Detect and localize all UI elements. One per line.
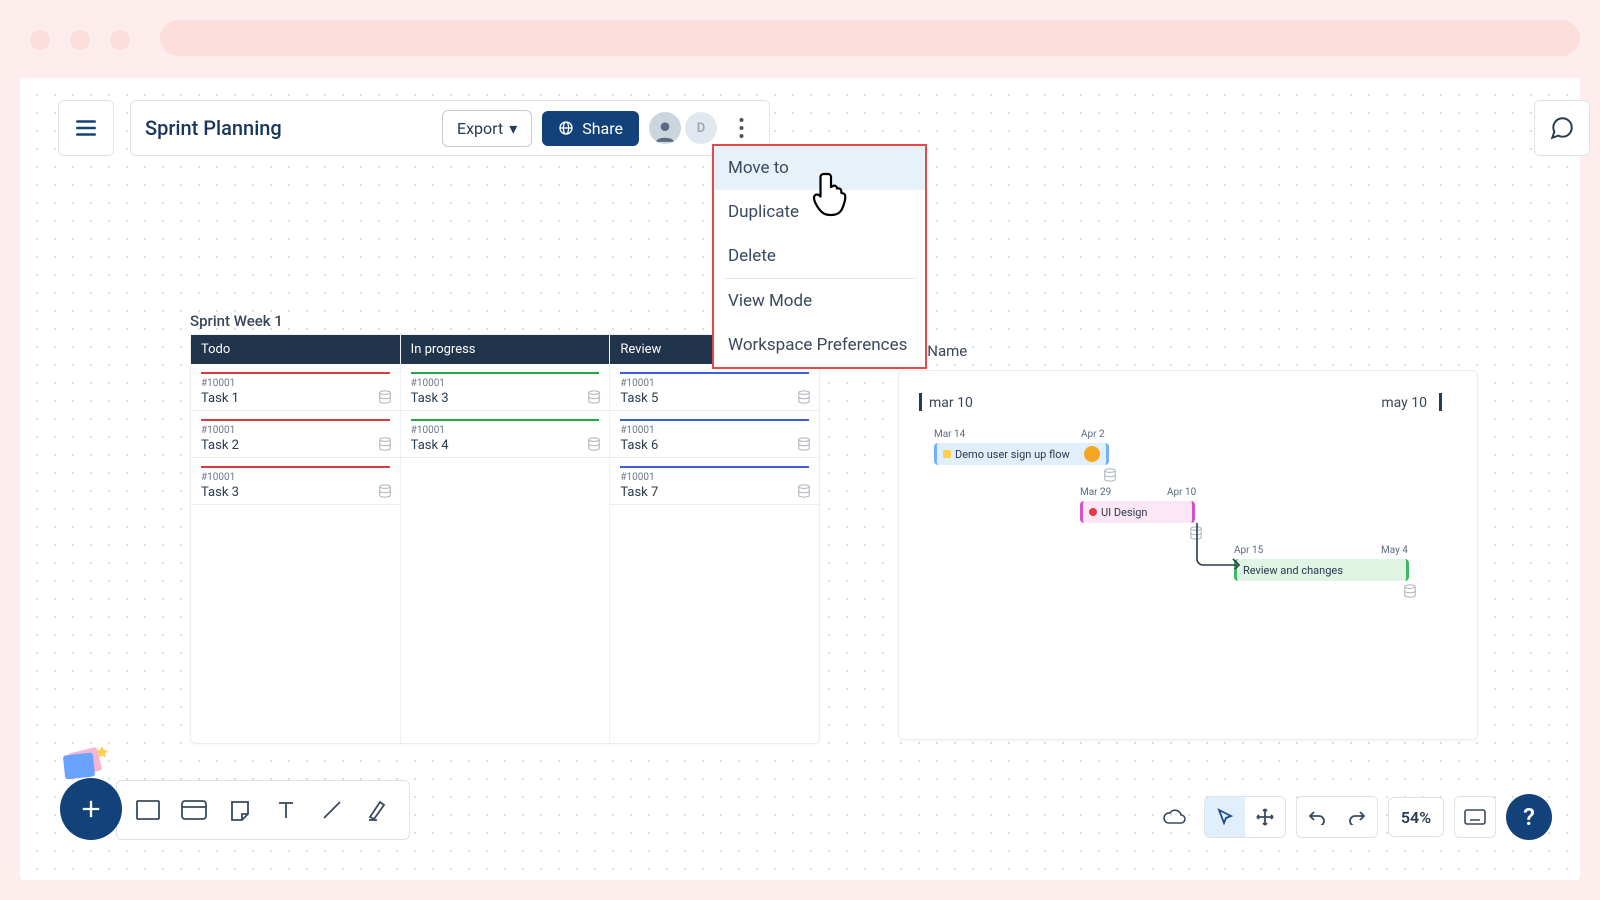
- card-title: Task 7: [620, 485, 809, 500]
- hamburger-menu-button[interactable]: [58, 100, 114, 156]
- help-button[interactable]: ?: [1506, 794, 1552, 840]
- card-title: Task 3: [201, 485, 390, 500]
- presentation-mode-button[interactable]: [1455, 797, 1495, 837]
- database-icon: [587, 390, 601, 404]
- database-icon: [797, 437, 811, 451]
- database-icon: [587, 437, 601, 451]
- line-tool[interactable]: [309, 787, 355, 833]
- keyboard-icon: [1464, 809, 1486, 825]
- kanban-card[interactable]: #10001 Task 3: [191, 458, 400, 505]
- browser-url-bar[interactable]: [160, 20, 1580, 56]
- card-id: #10001: [411, 425, 600, 436]
- kanban-card[interactable]: #10001 Task 3: [401, 364, 610, 411]
- card-id: #10001: [620, 378, 809, 389]
- cloud-icon: [1161, 807, 1187, 827]
- card-title: Task 4: [411, 438, 600, 453]
- redo-icon: [1347, 809, 1367, 825]
- database-icon: [797, 390, 811, 404]
- comments-panel-button[interactable]: [1534, 100, 1590, 156]
- globe-icon: [558, 120, 574, 136]
- add-element-button[interactable]: [60, 778, 122, 840]
- card-id: #10001: [620, 425, 809, 436]
- kanban-card[interactable]: #10001 Task 4: [401, 411, 610, 458]
- menu-item-workspace-preferences[interactable]: Workspace Preferences: [714, 323, 925, 367]
- bottom-right-toolbar: 54% ?: [1154, 794, 1552, 840]
- cursor-icon: [1215, 807, 1235, 827]
- dependency-arrow: [1195, 521, 1245, 569]
- kanban-column[interactable]: In progress #10001 Task 3 #10001 Task 4: [401, 335, 611, 743]
- board-title[interactable]: Sprint Week 1: [190, 312, 283, 330]
- sticky-note-tool[interactable]: [217, 787, 263, 833]
- timeline-tick-end: may 10: [1381, 395, 1427, 411]
- kanban-board[interactable]: Todo #10001 Task 1 #10001 Task 2 #10001 Task 3…: [190, 334, 820, 744]
- top-toolbar: Sprint Planning Export ▾ Share D: [130, 100, 770, 156]
- card-title: Task 6: [620, 438, 809, 453]
- card-id: #10001: [201, 472, 390, 483]
- kanban-card[interactable]: #10001 Task 2: [191, 411, 400, 458]
- pointer-cursor-icon: [810, 168, 858, 226]
- database-icon: [378, 390, 392, 404]
- highlighter-tool[interactable]: [355, 787, 401, 833]
- timeline-chart[interactable]: mar 10may 10Mar 14Apr 2Demo user sign up…: [898, 370, 1478, 740]
- caret-down-icon: ▾: [509, 119, 517, 138]
- card-id: #10001: [620, 472, 809, 483]
- kanban-card[interactable]: #10001 Task 7: [610, 458, 819, 505]
- column-header[interactable]: Todo: [191, 335, 400, 364]
- more-options-button[interactable]: [727, 108, 755, 148]
- text-tool[interactable]: [263, 787, 309, 833]
- timeline-bar[interactable]: UI Design: [1080, 501, 1195, 523]
- pointer-mode-button[interactable]: [1205, 797, 1245, 837]
- undo-icon: [1307, 809, 1327, 825]
- timeline-bar[interactable]: Demo user sign up flow: [934, 443, 1109, 465]
- menu-item-view-mode[interactable]: View Mode: [714, 279, 925, 323]
- kanban-column[interactable]: Review#10001Task 5#10001Task 6#10001Task…: [610, 335, 819, 743]
- export-button[interactable]: Export ▾: [442, 110, 532, 147]
- card-id: #10001: [201, 425, 390, 436]
- kanban-card[interactable]: #10001 Task 5: [610, 364, 819, 411]
- user-avatar[interactable]: [649, 112, 681, 144]
- app-frame: Sprint Planning Export ▾ Share D Move to…: [20, 78, 1580, 880]
- card-id: #10001: [411, 378, 600, 389]
- card-id: #10001: [201, 378, 390, 389]
- sync-status-button[interactable]: [1154, 797, 1194, 837]
- menu-item-delete[interactable]: Delete: [714, 234, 925, 278]
- collaborator-avatar[interactable]: D: [685, 112, 717, 144]
- timeline-tick-start: mar 10: [929, 395, 973, 411]
- card-title: Task 1: [201, 391, 390, 406]
- card-title: Task 3: [411, 391, 600, 406]
- redo-button[interactable]: [1337, 797, 1377, 837]
- shape-toolbar: [116, 780, 410, 840]
- move-icon: [1255, 807, 1275, 827]
- database-icon: [378, 484, 392, 498]
- share-button[interactable]: Share: [542, 111, 639, 146]
- kanban-card[interactable]: #10001 Task 6: [610, 411, 819, 458]
- page-title[interactable]: Sprint Planning: [145, 116, 442, 140]
- pan-mode-button[interactable]: [1245, 797, 1285, 837]
- kanban-card[interactable]: #10001 Task 1: [191, 364, 400, 411]
- database-icon: [797, 484, 811, 498]
- card-title: Task 2: [201, 438, 390, 453]
- mac-window-dots: [30, 30, 130, 50]
- column-header[interactable]: In progress: [401, 335, 610, 364]
- database-icon: [1103, 468, 1117, 482]
- card-title: Task 5: [620, 391, 809, 406]
- undo-button[interactable]: [1297, 797, 1337, 837]
- kanban-column[interactable]: Todo #10001 Task 1 #10001 Task 2 #10001 Task 3: [191, 335, 401, 743]
- card-tool[interactable]: [171, 787, 217, 833]
- chat-bubble-icon: [1549, 115, 1575, 141]
- rectangle-tool[interactable]: [125, 787, 171, 833]
- zoom-level[interactable]: 54%: [1388, 797, 1444, 837]
- database-icon: [378, 437, 392, 451]
- database-icon: [1403, 584, 1417, 598]
- kebab-icon: [739, 117, 744, 139]
- timeline-bar[interactable]: Review and changes: [1234, 559, 1409, 581]
